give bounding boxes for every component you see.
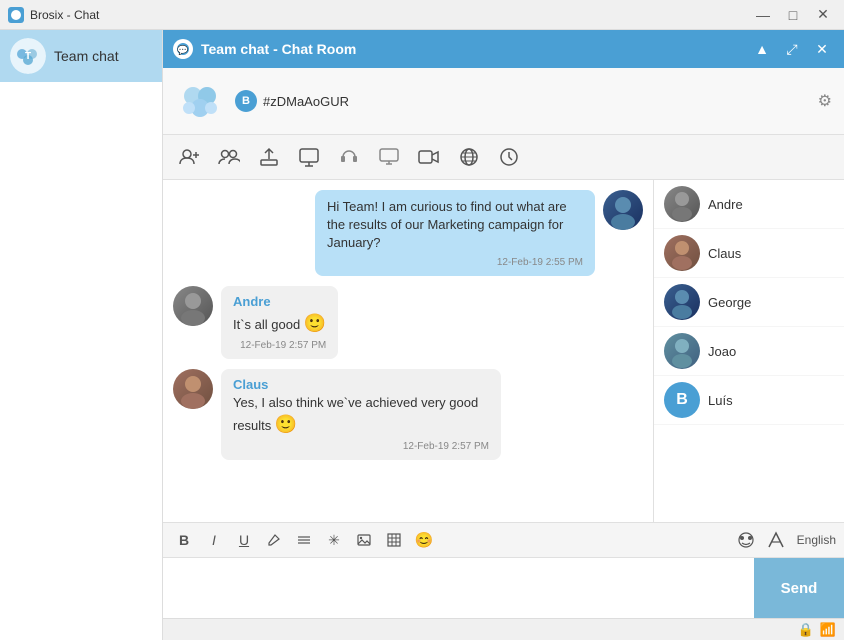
- screen-share-button[interactable]: [293, 141, 325, 173]
- participant-name: Luís: [708, 393, 733, 408]
- participant-name: Claus: [708, 246, 741, 261]
- globe-button[interactable]: [453, 141, 485, 173]
- chat-close-button[interactable]: ✕: [810, 37, 834, 61]
- participant-item-claus[interactable]: Claus: [654, 229, 844, 278]
- message-sent-1: Hi Team! I am curious to find out what a…: [173, 190, 643, 276]
- sender-name: Andre: [233, 294, 326, 309]
- svg-text:T: T: [25, 51, 31, 62]
- send-button[interactable]: Send: [754, 558, 844, 618]
- message-text: Yes, I also think we`ve achieved very go…: [233, 395, 478, 433]
- message-bubble: Andre It`s all good 🙂 12-Feb-19 2:57 PM: [221, 286, 338, 359]
- participant-avatar: B: [664, 382, 700, 418]
- video-button[interactable]: [413, 141, 445, 173]
- titlebar-controls: — □ ✕: [750, 6, 836, 24]
- participant-item-joao[interactable]: Joao: [654, 327, 844, 376]
- right-panel: 💬 Team chat - Chat Room ▲ ⤢ ✕: [163, 30, 844, 640]
- compose-row: Send: [163, 558, 844, 618]
- avatar: T: [10, 38, 46, 74]
- participant-name: Joao: [708, 344, 736, 359]
- titlebar: Brosix - Chat — □ ✕: [0, 0, 844, 30]
- message-bubble: Hi Team! I am curious to find out what a…: [315, 190, 595, 276]
- chat-header-title: Team chat - Chat Room: [201, 41, 750, 57]
- compose-area: B I U ✳ 😊: [163, 522, 844, 618]
- titlebar-title: Brosix - Chat: [30, 8, 750, 22]
- svg-text:💬: 💬: [177, 44, 188, 55]
- pen-button[interactable]: [261, 527, 287, 553]
- participant-avatar: [664, 186, 700, 222]
- close-button[interactable]: ✕: [810, 6, 836, 24]
- channel-name-area: B #zDMaAoGUR: [235, 90, 349, 112]
- monitor-button[interactable]: [373, 141, 405, 173]
- participant-avatar: [664, 333, 700, 369]
- minimize-button[interactable]: —: [750, 6, 776, 24]
- participant-avatar: [664, 235, 700, 271]
- upload-button[interactable]: [253, 141, 285, 173]
- avatar: [603, 190, 643, 230]
- sender-name: Claus: [233, 377, 489, 392]
- emoji-button[interactable]: 😊: [411, 527, 437, 553]
- avatar: [173, 369, 213, 409]
- image-button[interactable]: [351, 527, 377, 553]
- sidebar-item-label: Team chat: [54, 48, 119, 64]
- chat-header: 💬 Team chat - Chat Room ▲ ⤢ ✕: [163, 30, 844, 68]
- participants-panel: Andre Claus George: [654, 180, 844, 522]
- participant-avatar: [664, 284, 700, 320]
- chat-header-controls: ▲ ⤢ ✕: [750, 37, 834, 61]
- lock-icon: 🔒: [798, 622, 814, 638]
- underline-button[interactable]: U: [231, 527, 257, 553]
- messages-area[interactable]: Hi Team! I am curious to find out what a…: [163, 180, 654, 522]
- avatar: [173, 286, 213, 326]
- sidebar: T Team chat: [0, 30, 163, 640]
- clock-button[interactable]: [493, 141, 525, 173]
- clear-format-button[interactable]: ✳: [321, 527, 347, 553]
- italic-button[interactable]: I: [201, 527, 227, 553]
- expand-button[interactable]: ▲: [750, 37, 774, 61]
- group-button[interactable]: [213, 141, 245, 173]
- channel-badge: B: [235, 90, 257, 112]
- participant-item-george[interactable]: George: [654, 278, 844, 327]
- channel-name: #zDMaAoGUR: [263, 94, 349, 109]
- message-text: Hi Team! I am curious to find out what a…: [327, 199, 567, 250]
- headset-button[interactable]: [333, 141, 365, 173]
- status-bar: 🔒 📶: [163, 618, 844, 640]
- sidebar-item-team-chat[interactable]: T Team chat: [0, 30, 162, 82]
- participant-item-luis[interactable]: B Luís: [654, 376, 844, 425]
- popout-button[interactable]: ⤢: [780, 37, 804, 61]
- participant-name: George: [708, 295, 751, 310]
- signal-icon: 📶: [820, 622, 836, 638]
- channel-logo: [175, 76, 225, 126]
- maximize-button[interactable]: □: [780, 6, 806, 24]
- channel-settings-button[interactable]: ⚙: [818, 91, 832, 111]
- chat-header-icon: 💬: [173, 39, 193, 59]
- message-text: It`s all good 🙂: [233, 317, 326, 332]
- channel-info: B #zDMaAoGUR ⚙: [163, 68, 844, 135]
- message-received-2: Claus Yes, I also think we`ve achieved v…: [173, 369, 643, 460]
- main-container: T Team chat 💬 Team chat - Chat Room ▲ ⤢ …: [0, 30, 844, 640]
- chat-area-container: Hi Team! I am curious to find out what a…: [163, 180, 844, 522]
- message-input[interactable]: [163, 558, 754, 618]
- message-received-1: Andre It`s all good 🙂 12-Feb-19 2:57 PM: [173, 286, 643, 359]
- list-button[interactable]: [291, 527, 317, 553]
- send-file-button[interactable]: [763, 527, 789, 553]
- toolbar: [163, 135, 844, 180]
- message-timestamp: 12-Feb-19 2:55 PM: [327, 257, 583, 268]
- participant-item-andre[interactable]: Andre: [654, 180, 844, 229]
- chat-history-button[interactable]: [733, 527, 759, 553]
- language-label: English: [797, 533, 836, 547]
- message-bubble: Claus Yes, I also think we`ve achieved v…: [221, 369, 501, 460]
- app-icon: [8, 7, 24, 23]
- participant-badge: B: [676, 391, 688, 409]
- compose-toolbar: B I U ✳ 😊: [163, 523, 844, 558]
- add-person-button[interactable]: [173, 141, 205, 173]
- participant-name: Andre: [708, 197, 743, 212]
- message-timestamp: 12-Feb-19 2:57 PM: [233, 441, 489, 452]
- table-button[interactable]: [381, 527, 407, 553]
- message-timestamp: 12-Feb-19 2:57 PM: [233, 340, 326, 351]
- bold-button[interactable]: B: [171, 527, 197, 553]
